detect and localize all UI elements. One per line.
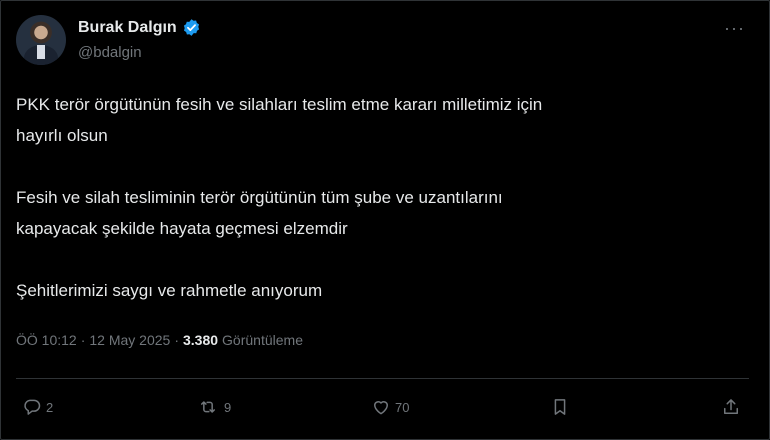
tweet-text-line-1: PKK terör örgütünün fesih ve silahları t…: [16, 95, 543, 114]
heart-icon: [371, 397, 391, 417]
tweet-card: Burak Dalgın @bdalgin ··· PKK terör örgü…: [0, 0, 770, 440]
reply-icon: [22, 397, 42, 417]
views-label: Görüntüleme: [222, 332, 303, 348]
retweet-icon: [196, 397, 220, 417]
verified-badge-icon: [182, 18, 201, 37]
avatar[interactable]: [16, 15, 66, 65]
reply-count: 2: [46, 399, 54, 415]
tweet-date[interactable]: 12 May 2025: [89, 332, 170, 348]
tweet-text-line-3: Fesih ve silah tesliminin terör örgütünü…: [16, 188, 503, 207]
tweet-text-line-2: hayırlı olsun: [16, 126, 108, 145]
like-count: 70: [395, 399, 410, 415]
author-name[interactable]: Burak Dalgın: [78, 19, 177, 37]
tweet-meta: ÖÖ 10:12 · 12 May 2025 · 3.380 Görüntüle…: [16, 332, 303, 348]
meta-separator: ·: [80, 332, 86, 348]
share-button[interactable]: [721, 397, 741, 417]
tweet-text-line-5: Şehitlerimizi saygı ve rahmetle anıyorum: [16, 281, 323, 300]
bookmark-button[interactable]: [550, 397, 570, 417]
author-name-row: Burak Dalgın: [78, 18, 201, 37]
tweet-text-line-4: kapayacak şekilde hayata geçmesi elzemdi…: [16, 219, 348, 238]
like-button[interactable]: 70: [371, 397, 409, 417]
tweet-time[interactable]: ÖÖ 10:12: [16, 332, 77, 348]
author-handle[interactable]: @bdalgin: [78, 44, 142, 61]
reply-button[interactable]: 2: [22, 397, 53, 417]
retweet-button[interactable]: 9: [196, 397, 231, 417]
divider: [16, 378, 749, 379]
meta-separator: ·: [174, 332, 179, 348]
share-icon: [721, 397, 741, 417]
avatar-shirt: [37, 45, 45, 59]
retweet-count: 9: [224, 399, 232, 415]
more-icon[interactable]: ···: [724, 19, 748, 37]
views-count: 3.380: [183, 332, 219, 348]
bookmark-icon: [550, 397, 570, 417]
